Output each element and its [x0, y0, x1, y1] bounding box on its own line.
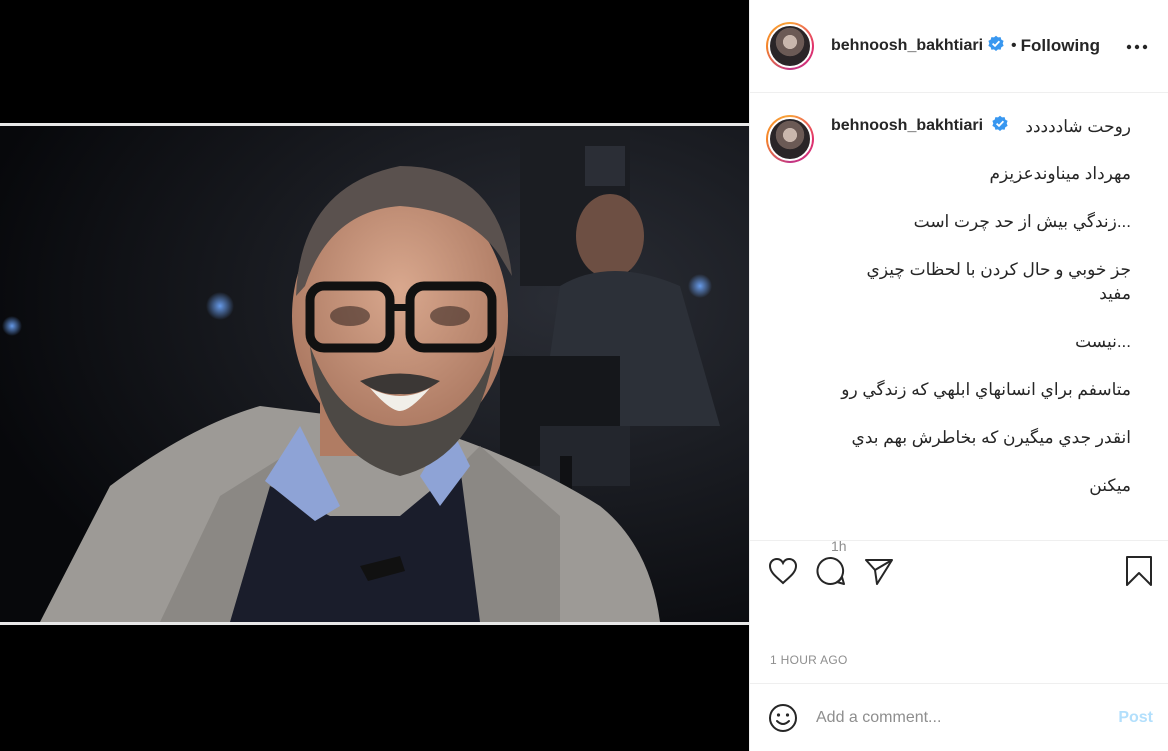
caption-username[interactable]: behnoosh_bakhtiari: [831, 117, 983, 134]
caption-line: انقدر جدي ميگيرن كه بخاطرش بهم بدي: [851, 428, 1131, 447]
verified-badge-icon: [991, 115, 1009, 138]
send-icon[interactable]: [864, 557, 894, 585]
following-button[interactable]: Following: [1021, 36, 1100, 56]
heart-icon[interactable]: [768, 557, 798, 585]
caption-line: متاسفم براي انسانهاي ابلهي كه زندگي رو: [841, 380, 1131, 399]
action-bar: [750, 540, 1168, 600]
post-photo-image: [0, 126, 749, 622]
more-options-icon[interactable]: [1122, 33, 1152, 59]
caption-line: مهرداد میناوندعزیزم: [989, 164, 1131, 183]
header-username[interactable]: behnoosh_bakhtiari: [831, 37, 983, 55]
caption-line: جز خوبي و حال كردن با لحظات چيزي مفيد: [866, 260, 1131, 303]
post-media[interactable]: [0, 0, 749, 751]
post-header: behnoosh_bakhtiari • Following: [750, 0, 1168, 93]
caption-text: مهرداد میناوندعزیزم ...زندگي بيش از حد چ…: [831, 138, 1131, 522]
avatar[interactable]: [766, 22, 814, 70]
post-photo[interactable]: [0, 123, 749, 625]
verified-badge-icon: [987, 35, 1005, 58]
comment-form: Post: [750, 683, 1168, 751]
comment-icon[interactable]: [816, 556, 846, 586]
caption-line: ...زندگي بيش از حد چرت است: [913, 212, 1131, 231]
separator-dot: •: [1011, 37, 1017, 54]
caption-avatar[interactable]: [766, 115, 814, 163]
caption-line: ...نيست: [1075, 332, 1131, 351]
caption-first-line: روحت شاددددد: [1025, 116, 1131, 136]
emoji-icon[interactable]: [768, 703, 798, 733]
caption: behnoosh_bakhtiari روحت شاددددد مهرداد م…: [766, 115, 1152, 554]
caption-line: ميكنن: [1089, 476, 1131, 495]
bookmark-icon[interactable]: [1125, 555, 1153, 587]
comment-input[interactable]: [816, 708, 1119, 727]
comments-section: behnoosh_bakhtiari روحت شاددددد مهرداد م…: [750, 93, 1168, 554]
post-timestamp[interactable]: 1 HOUR AGO: [770, 653, 848, 667]
post-button[interactable]: Post: [1118, 709, 1153, 727]
post-details-panel: behnoosh_bakhtiari • Following behnoosh_…: [749, 0, 1168, 751]
